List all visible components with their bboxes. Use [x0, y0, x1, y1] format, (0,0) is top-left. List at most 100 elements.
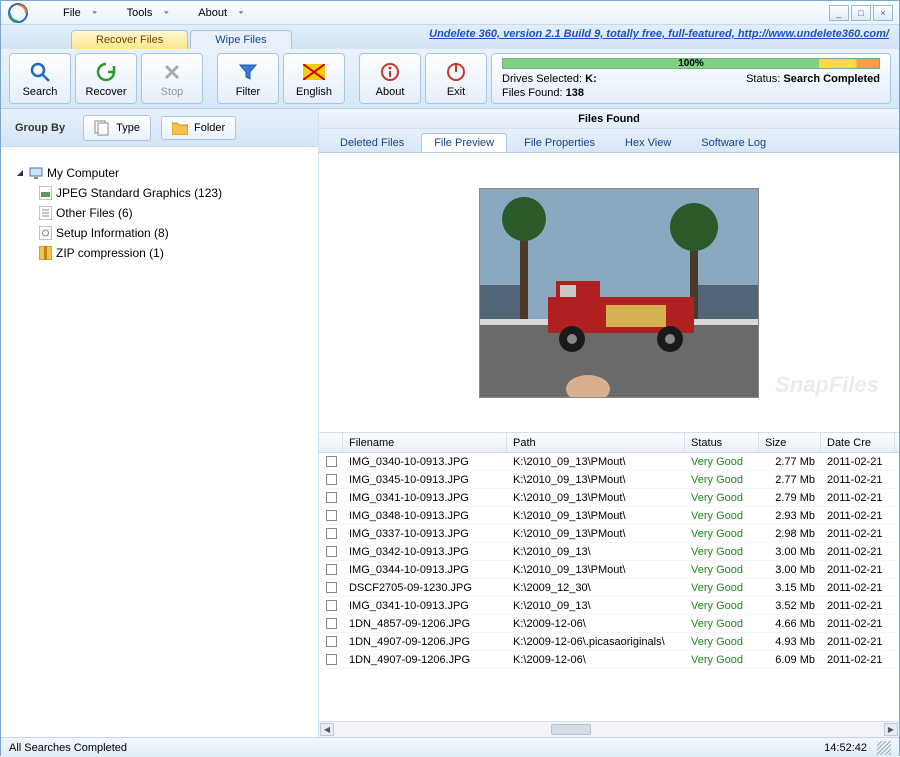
tab-file-preview[interactable]: File Preview [421, 133, 507, 152]
row-checkbox[interactable] [319, 636, 343, 647]
cell-status: Very Good [685, 492, 759, 504]
close-button[interactable]: × [873, 5, 893, 21]
table-row[interactable]: IMG_0344-10-0913.JPGK:\2010_09_13\PMout\… [319, 561, 899, 579]
jpeg-icon [39, 186, 52, 200]
table-row[interactable]: IMG_0345-10-0913.JPGK:\2010_09_13\PMout\… [319, 471, 899, 489]
scroll-right-icon[interactable]: ▶ [884, 723, 898, 736]
preview-area: SnapFiles [319, 153, 899, 433]
tab-hex-view[interactable]: Hex View [612, 133, 684, 152]
table-row[interactable]: IMG_0341-10-0913.JPGK:\2010_09_13\PMout\… [319, 489, 899, 507]
status-time: 14:52:42 [824, 742, 867, 754]
tree-item[interactable]: Setup Information (8) [11, 223, 308, 243]
row-checkbox[interactable] [319, 600, 343, 611]
cell-status: Very Good [685, 636, 759, 648]
cell-size: 3.00 Mb [759, 546, 821, 558]
tab-recover-files[interactable]: Recover Files [71, 30, 188, 49]
table-row[interactable]: IMG_0342-10-0913.JPGK:\2010_09_13\Very G… [319, 543, 899, 561]
row-checkbox[interactable] [319, 618, 343, 629]
cell-path: K:\2010_09_13\PMout\ [507, 528, 685, 540]
scroll-thumb[interactable] [551, 724, 591, 735]
filter-button[interactable]: Filter [217, 53, 279, 104]
row-checkbox[interactable] [319, 528, 343, 539]
cell-path: K:\2010_09_13\ [507, 600, 685, 612]
row-checkbox[interactable] [319, 564, 343, 575]
tree-root[interactable]: ◢ My Computer [11, 163, 308, 183]
search-button[interactable]: Search [9, 53, 71, 104]
chevron-down-icon: ▼ [237, 10, 245, 15]
mode-tabbar: Recover Files Wipe Files Undelete 360, v… [1, 25, 899, 49]
menu-file[interactable]: File▼ [49, 5, 113, 21]
status-text: All Searches Completed [9, 742, 127, 754]
group-by-label: Group By [15, 122, 65, 134]
cell-path: K:\2010_09_13\PMout\ [507, 456, 685, 468]
group-by-type-button[interactable]: Type [83, 115, 151, 141]
maximize-button[interactable]: □ [851, 5, 871, 21]
exit-button[interactable]: Exit [425, 53, 487, 104]
about-icon [378, 60, 402, 84]
cell-filename: 1DN_4907-09-1206.JPG [343, 654, 507, 666]
col-checkbox[interactable] [319, 433, 343, 452]
type-icon [94, 120, 110, 136]
language-button[interactable]: English [283, 53, 345, 104]
progress-bar: 100% [502, 58, 880, 69]
collapse-icon[interactable]: ◢ [15, 168, 25, 178]
col-size[interactable]: Size [759, 433, 821, 452]
row-checkbox[interactable] [319, 474, 343, 485]
row-checkbox[interactable] [319, 546, 343, 557]
table-row[interactable]: IMG_0348-10-0913.JPGK:\2010_09_13\PMout\… [319, 507, 899, 525]
table-row[interactable]: 1DN_4907-09-1206.JPGK:\2009-12-06\.picas… [319, 633, 899, 651]
cell-size: 4.93 Mb [759, 636, 821, 648]
table-row[interactable]: 1DN_4857-09-1206.JPGK:\2009-12-06\Very G… [319, 615, 899, 633]
stop-button[interactable]: Stop [141, 53, 203, 104]
cell-date: 2011-02-21 [821, 456, 895, 468]
resize-grip-icon[interactable] [877, 741, 891, 755]
cell-size: 4.66 Mb [759, 618, 821, 630]
menu-tools[interactable]: Tools▼ [113, 5, 185, 21]
tab-software-log[interactable]: Software Log [688, 133, 779, 152]
setup-icon [39, 226, 52, 240]
banner-link[interactable]: Undelete 360, version 2.1 Build 9, total… [429, 28, 889, 40]
tree-item[interactable]: ZIP compression (1) [11, 243, 308, 263]
col-path[interactable]: Path [507, 433, 685, 452]
tab-wipe-files[interactable]: Wipe Files [190, 30, 291, 49]
row-checkbox[interactable] [319, 654, 343, 665]
file-icon [39, 206, 52, 220]
tree-item[interactable]: JPEG Standard Graphics (123) [11, 183, 308, 203]
row-checkbox[interactable] [319, 582, 343, 593]
horizontal-scrollbar[interactable]: ◀ ▶ [319, 721, 899, 737]
table-row[interactable]: DSCF2705-09-1230.JPGK:\2009_12_30\Very G… [319, 579, 899, 597]
row-checkbox[interactable] [319, 456, 343, 467]
table-row[interactable]: IMG_0340-10-0913.JPGK:\2010_09_13\PMout\… [319, 453, 899, 471]
col-status[interactable]: Status [685, 433, 759, 452]
cell-filename: IMG_0344-10-0913.JPG [343, 564, 507, 576]
minimize-button[interactable]: _ [829, 5, 849, 21]
row-checkbox[interactable] [319, 492, 343, 503]
cell-size: 2.93 Mb [759, 510, 821, 522]
cell-size: 3.52 Mb [759, 600, 821, 612]
scroll-left-icon[interactable]: ◀ [320, 723, 334, 736]
table-row[interactable]: IMG_0337-10-0913.JPGK:\2010_09_13\PMout\… [319, 525, 899, 543]
tab-file-properties[interactable]: File Properties [511, 133, 608, 152]
table-row[interactable]: 1DN_4907-09-1206.JPGK:\2009-12-06\Very G… [319, 651, 899, 669]
tab-deleted-files[interactable]: Deleted Files [327, 133, 417, 152]
cell-status: Very Good [685, 654, 759, 666]
col-filename[interactable]: Filename [343, 433, 507, 452]
grid-body[interactable]: IMG_0340-10-0913.JPGK:\2010_09_13\PMout\… [319, 453, 899, 721]
tree-item[interactable]: Other Files (6) [11, 203, 308, 223]
row-checkbox[interactable] [319, 510, 343, 521]
recover-button[interactable]: Recover [75, 53, 137, 104]
menu-about[interactable]: About▼ [184, 5, 259, 21]
col-date[interactable]: Date Cre [821, 433, 895, 452]
cell-path: K:\2010_09_13\ [507, 546, 685, 558]
cell-size: 2.79 Mb [759, 492, 821, 504]
chevron-down-icon: ▼ [162, 10, 170, 15]
cell-status: Very Good [685, 474, 759, 486]
cell-date: 2011-02-21 [821, 600, 895, 612]
cell-path: K:\2009-12-06\ [507, 654, 685, 666]
cell-path: K:\2010_09_13\PMout\ [507, 510, 685, 522]
about-button[interactable]: About [359, 53, 421, 104]
cell-date: 2011-02-21 [821, 492, 895, 504]
table-row[interactable]: IMG_0341-10-0913.JPGK:\2010_09_13\Very G… [319, 597, 899, 615]
group-by-folder-button[interactable]: Folder [161, 116, 236, 140]
chevron-down-icon: ▼ [91, 10, 99, 15]
